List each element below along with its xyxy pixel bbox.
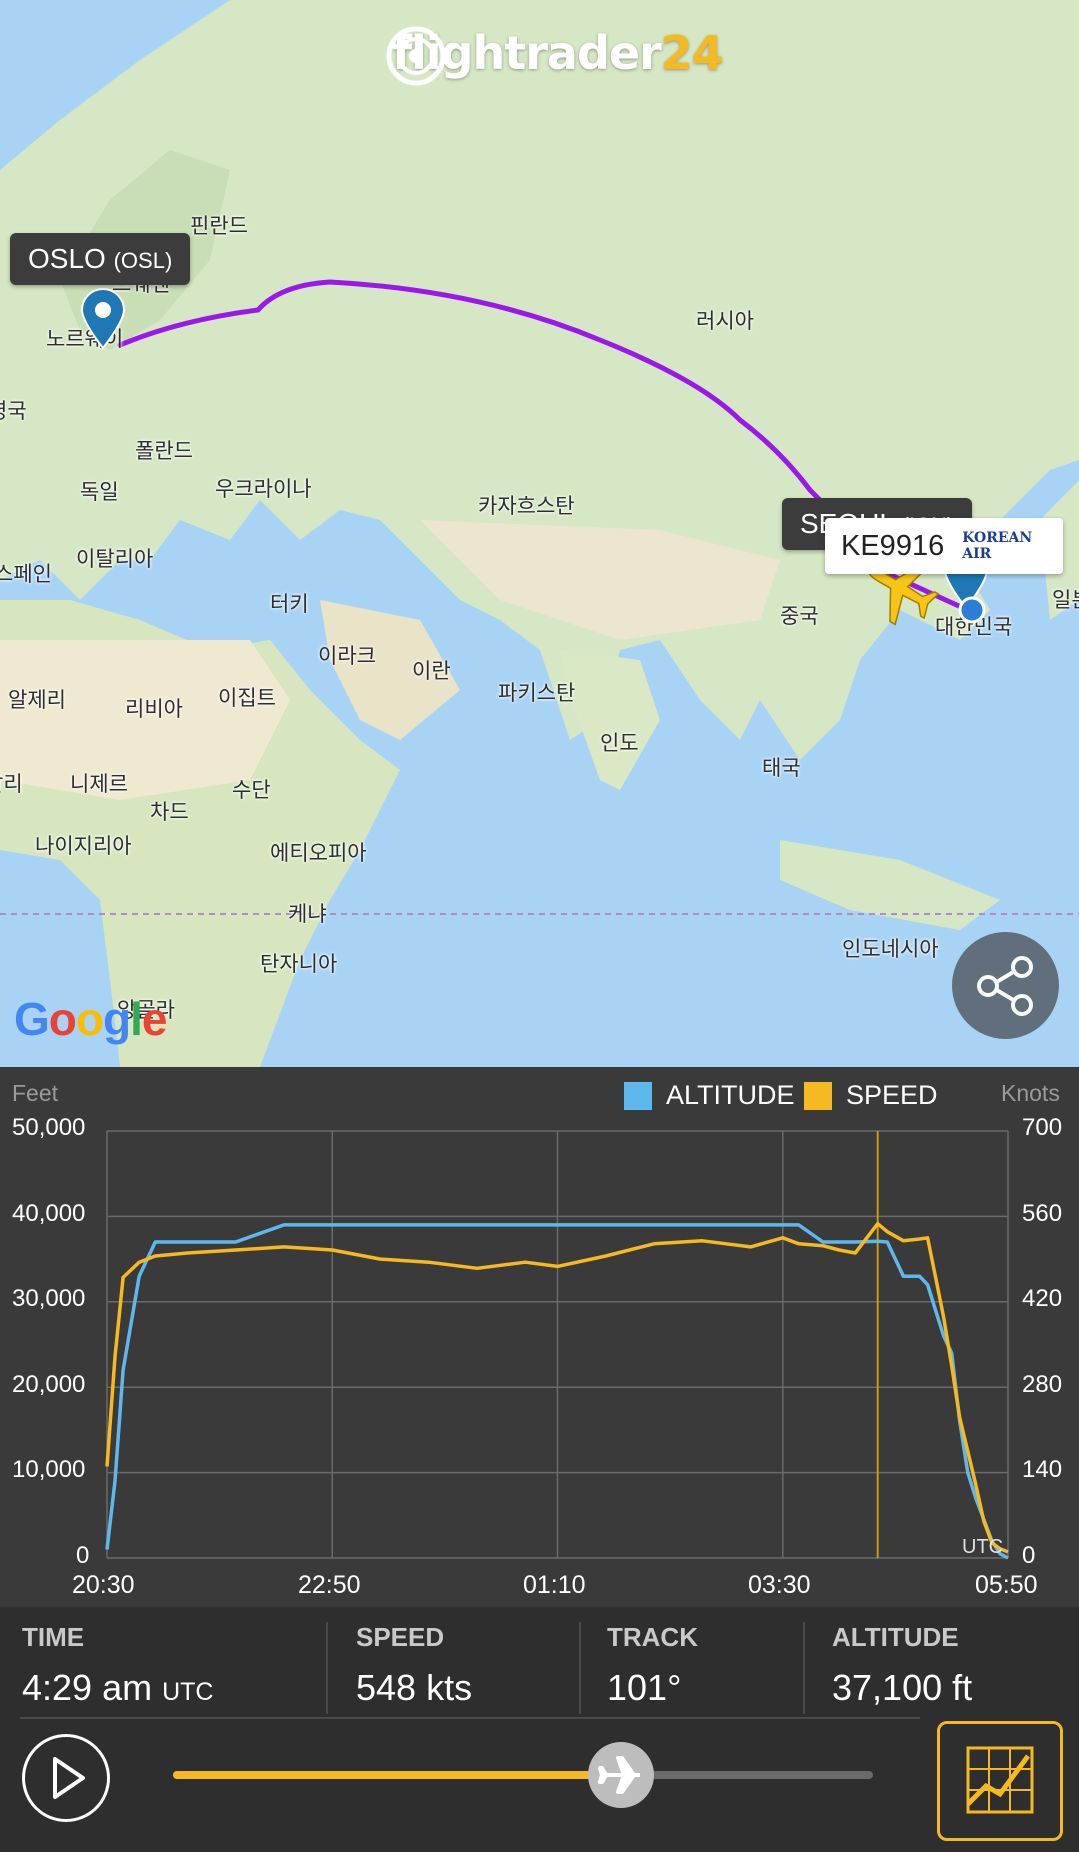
time-value: 4:29 am [22, 1667, 153, 1708]
graph-icon [966, 1746, 1034, 1814]
time-label: TIME [22, 1622, 85, 1652]
divider [803, 1622, 805, 1714]
stat-speed: SPEED 548 kts [356, 1622, 472, 1709]
stat-time: TIME 4:29 am UTC [22, 1622, 213, 1709]
play-button[interactable] [22, 1734, 110, 1822]
stat-track: TRACK 101° [607, 1622, 698, 1709]
speed-label: SPEED [356, 1622, 445, 1652]
divider [20, 1717, 920, 1719]
altitude-value: 37,100 ft [832, 1667, 973, 1708]
time-unit: UTC [162, 1678, 214, 1706]
playback-progress [173, 1771, 621, 1779]
airplane-icon [598, 1756, 640, 1794]
utc-label: UTC [962, 1536, 1004, 1558]
graph-toggle-button[interactable] [937, 1721, 1063, 1841]
track-label: TRACK [607, 1622, 698, 1652]
stat-altitude: ALTITUDE 37,100 ft [832, 1622, 972, 1709]
playback-thumb[interactable] [588, 1742, 654, 1808]
altitude-label: ALTITUDE [832, 1622, 959, 1652]
speed-value: 548 kts [356, 1667, 473, 1708]
track-value: 101° [607, 1667, 682, 1708]
chart-plot-area [105, 1130, 1009, 1560]
play-icon [53, 1757, 85, 1799]
divider [579, 1622, 581, 1714]
divider [326, 1622, 328, 1714]
